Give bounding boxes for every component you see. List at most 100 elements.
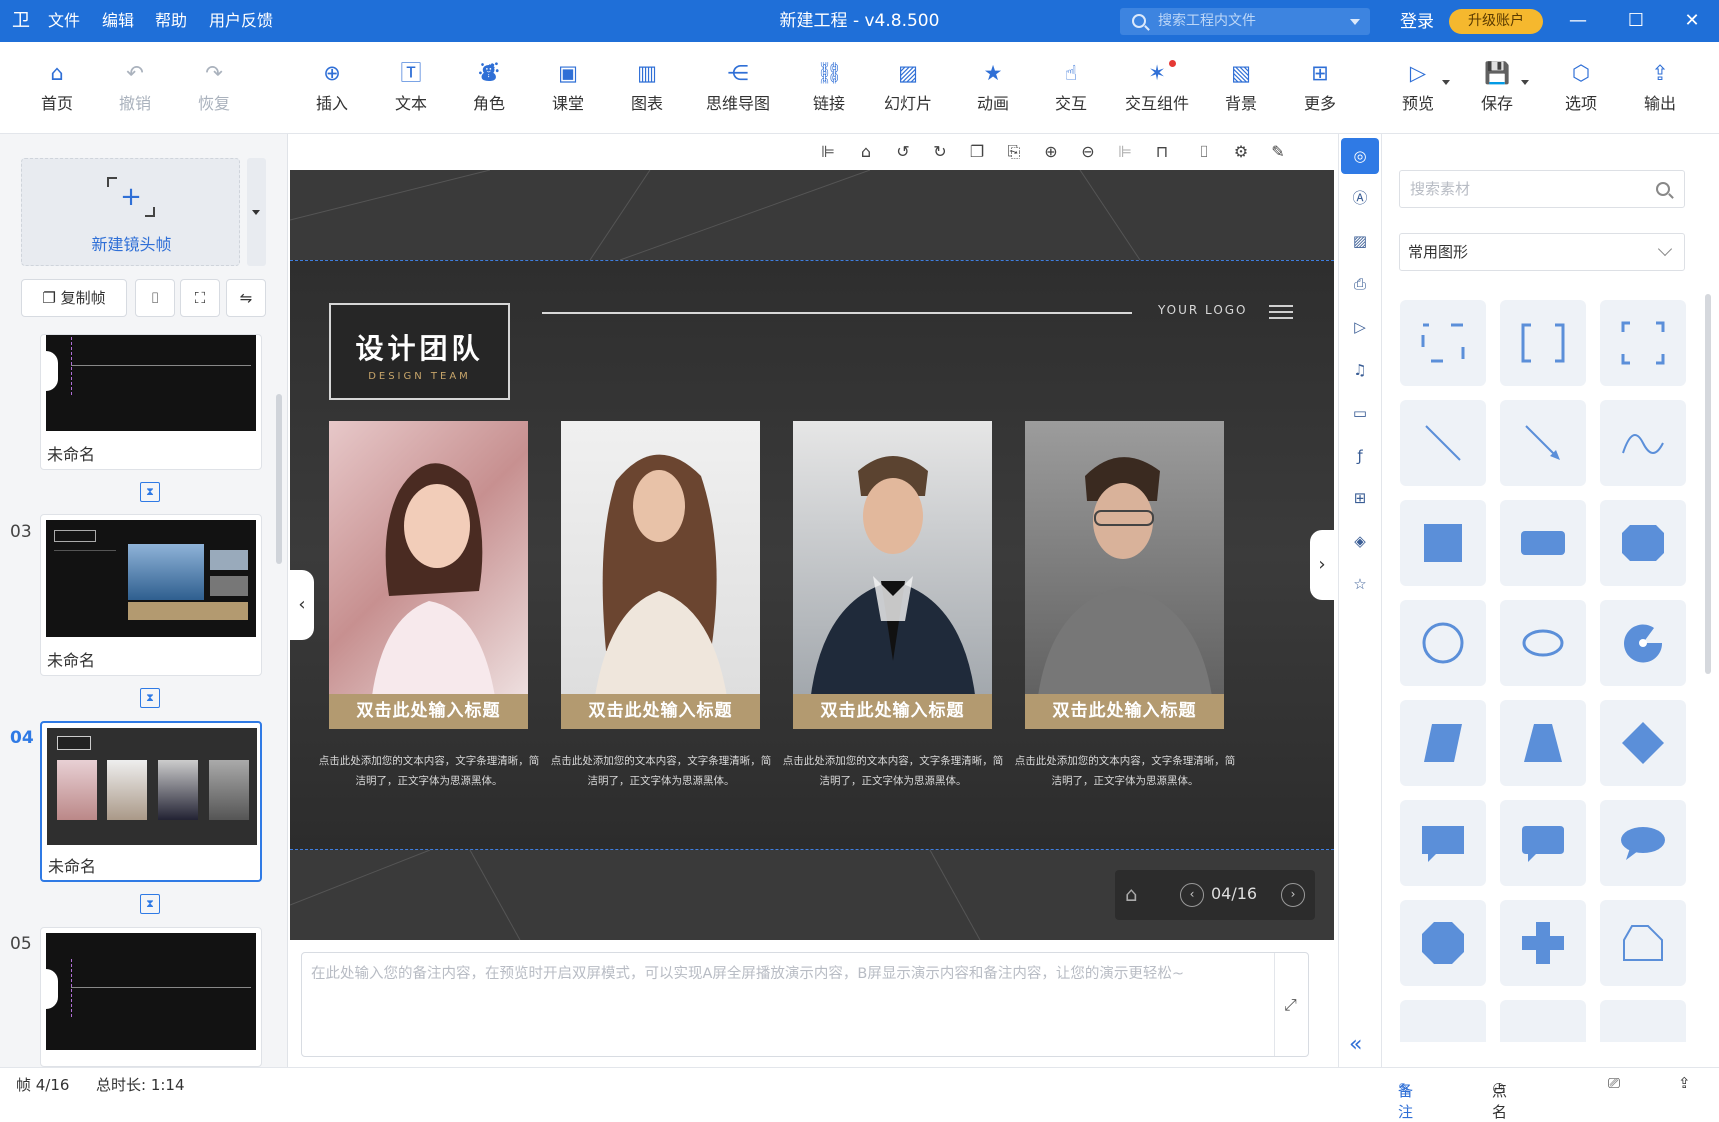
components-tab-icon[interactable]: ⊞ bbox=[1349, 487, 1371, 509]
shape-partial-3[interactable] bbox=[1600, 1000, 1686, 1042]
snapshot-button[interactable]: ⌷ bbox=[135, 279, 175, 317]
frame-settings-icon[interactable]: ⚙ bbox=[1231, 142, 1251, 162]
chart-button[interactable]: ▥ 图表 bbox=[607, 60, 687, 114]
interactive-widget-button[interactable]: ✶ 交互组件 bbox=[1117, 60, 1197, 114]
file-tab-icon[interactable]: ⎙ bbox=[1349, 273, 1371, 295]
shape-octagon-rect[interactable] bbox=[1600, 500, 1686, 586]
close-button[interactable]: ✕ bbox=[1672, 0, 1712, 42]
frame-thumbnail-5[interactable] bbox=[40, 927, 262, 1067]
member-description-4[interactable]: 点击此处添加您的文本内容，文字条理清晰，简洁明了，正文字体为思源黑体。 bbox=[1010, 751, 1240, 791]
slide-logo[interactable]: YOUR LOGO bbox=[1158, 303, 1248, 317]
redo-button[interactable]: ↷ 恢复 bbox=[174, 60, 254, 114]
collapse-panel-icon[interactable]: « bbox=[1349, 1032, 1362, 1057]
rotate-right-icon[interactable]: ↻ bbox=[930, 142, 950, 162]
screen-icon[interactable]: ⎚ bbox=[1608, 1074, 1620, 1092]
shape-parallelogram[interactable] bbox=[1400, 700, 1486, 786]
path-button[interactable]: ⇋ bbox=[226, 279, 266, 317]
lock-icon[interactable]: ⊓ bbox=[1152, 142, 1172, 162]
background-button[interactable]: ▧ 背景 bbox=[1201, 60, 1281, 114]
chevron-down-icon[interactable] bbox=[1521, 80, 1529, 89]
team-photo-2[interactable]: 双击此处输入标题 bbox=[561, 421, 760, 729]
layers-tab-icon[interactable]: ◈ bbox=[1349, 530, 1371, 552]
shape-corner-brackets[interactable] bbox=[1600, 300, 1686, 386]
classroom-button[interactable]: ▣ 课堂 bbox=[528, 60, 608, 114]
search-icon[interactable] bbox=[1656, 182, 1670, 196]
previous-page-button[interactable]: ‹ bbox=[1180, 883, 1204, 907]
shape-callout-rect[interactable] bbox=[1400, 800, 1486, 886]
photo-caption[interactable]: 双击此处输入标题 bbox=[561, 694, 760, 729]
shape-arrow[interactable] bbox=[1500, 400, 1586, 486]
paste-icon[interactable]: ⎘ bbox=[1004, 142, 1024, 162]
share-icon[interactable]: ⇪ bbox=[1678, 1074, 1691, 1092]
export-button[interactable]: ⇪ 输出 bbox=[1620, 60, 1700, 114]
fit-frame-button[interactable]: ⛶ bbox=[180, 279, 220, 317]
slide-title-box[interactable]: 设计团队 DESIGN TEAM bbox=[329, 303, 510, 400]
member-description-2[interactable]: 点击此处添加您的文本内容，文字条理清晰，简洁明了，正文字体为思源黑体。 bbox=[546, 751, 776, 791]
shape-category-select[interactable]: 常用图形 bbox=[1399, 233, 1685, 271]
ruler-icon[interactable]: ⊫ bbox=[818, 142, 838, 162]
team-photo-4[interactable]: 双击此处输入标题 bbox=[1025, 421, 1224, 729]
transition-icon[interactable]: ⧗ bbox=[140, 894, 160, 914]
shape-pie[interactable] bbox=[1600, 600, 1686, 686]
new-frame-dropdown[interactable] bbox=[247, 158, 266, 266]
team-photo-3[interactable]: 双击此处输入标题 bbox=[793, 421, 992, 729]
next-page-button[interactable]: › bbox=[1281, 883, 1305, 907]
home-icon[interactable]: ⌂ bbox=[1125, 882, 1138, 906]
shape-diamond[interactable] bbox=[1600, 700, 1686, 786]
shape-callout-oval[interactable] bbox=[1600, 800, 1686, 886]
frame-thumbnail-4[interactable]: 未命名 bbox=[40, 721, 262, 882]
video-tab-icon[interactable]: ▷ bbox=[1349, 316, 1371, 338]
menu-feedback[interactable]: 用户反馈 bbox=[209, 0, 273, 42]
favorites-tab-icon[interactable]: ☆ bbox=[1349, 573, 1371, 595]
photo-caption[interactable]: 双击此处输入标题 bbox=[793, 694, 992, 729]
shape-octagon[interactable] bbox=[1400, 900, 1486, 986]
home-button[interactable]: ⌂ 首页 bbox=[17, 60, 97, 114]
text-button[interactable]: 🅃 文本 bbox=[371, 60, 451, 114]
minimize-button[interactable]: — bbox=[1558, 0, 1598, 42]
chevron-down-icon[interactable] bbox=[1350, 19, 1360, 30]
shape-partial-2[interactable] bbox=[1500, 1000, 1586, 1042]
mindmap-button[interactable]: ⋲ 思维导图 bbox=[698, 60, 778, 114]
slide[interactable]: 设计团队 DESIGN TEAM YOUR LOGO 双击此处输入标题 双击此处… bbox=[290, 260, 1334, 850]
shape-partial-1[interactable] bbox=[1400, 1000, 1486, 1042]
zoom-out-icon[interactable]: ⊖ bbox=[1078, 142, 1098, 162]
materials-scrollbar[interactable] bbox=[1705, 294, 1711, 674]
shape-dashed-rect[interactable] bbox=[1400, 300, 1486, 386]
photo-caption[interactable]: 双击此处输入标题 bbox=[329, 694, 528, 729]
member-description-1[interactable]: 点击此处添加您的文本内容，文字条理清晰，简洁明了，正文字体为思源黑体。 bbox=[314, 751, 544, 791]
shape-cross[interactable] bbox=[1500, 900, 1586, 986]
member-description-3[interactable]: 点击此处添加您的文本内容，文字条理清晰，简洁明了，正文字体为思源黑体。 bbox=[778, 751, 1008, 791]
transition-icon[interactable]: ⧗ bbox=[140, 482, 160, 502]
expand-icon[interactable]: ⤢ bbox=[1284, 995, 1297, 1015]
save-button[interactable]: 💾 保存 bbox=[1457, 60, 1537, 114]
photo-caption[interactable]: 双击此处输入标题 bbox=[1025, 694, 1224, 729]
more-button[interactable]: ⊞ 更多 bbox=[1280, 60, 1360, 114]
formula-tab-icon[interactable]: ƒ bbox=[1349, 445, 1371, 467]
new-frame-button[interactable]: + 新建镜头帧 bbox=[21, 158, 240, 266]
animation-button[interactable]: ★ 动画 bbox=[953, 60, 1033, 114]
menu-file[interactable]: 文件 bbox=[48, 0, 80, 42]
shape-callout-rounded[interactable] bbox=[1500, 800, 1586, 886]
shape-brackets[interactable] bbox=[1500, 300, 1586, 386]
upgrade-account-button[interactable]: 升级账户 bbox=[1449, 9, 1543, 34]
frame-thumbnail-2[interactable]: 未命名 bbox=[40, 334, 262, 470]
preview-button[interactable]: ▷ 预览 bbox=[1378, 60, 1458, 114]
options-button[interactable]: ⬡ 选项 bbox=[1541, 60, 1621, 114]
music-tab-icon[interactable]: ♫ bbox=[1349, 359, 1371, 381]
maximize-button[interactable]: ☐ bbox=[1616, 0, 1656, 42]
expand-right-panel-button[interactable]: › bbox=[1310, 530, 1334, 600]
menu-edit[interactable]: 编辑 bbox=[102, 0, 134, 42]
home-icon[interactable]: ⌂ bbox=[856, 142, 876, 162]
menu-help[interactable]: 帮助 bbox=[155, 0, 187, 42]
rotate-left-icon[interactable]: ↺ bbox=[893, 142, 913, 162]
shape-curve[interactable] bbox=[1600, 400, 1686, 486]
interaction-button[interactable]: ☝ 交互 bbox=[1031, 60, 1111, 114]
shape-trapezoid[interactable] bbox=[1500, 700, 1586, 786]
shape-folded-card[interactable] bbox=[1600, 900, 1686, 986]
align-icon[interactable]: ⊫ bbox=[1115, 142, 1135, 162]
shape-rounded-rect[interactable] bbox=[1500, 500, 1586, 586]
collapse-left-panel-button[interactable]: ‹ bbox=[290, 570, 314, 640]
slideshow-button[interactable]: ▨ 幻灯片 bbox=[868, 60, 948, 114]
shape-ellipse[interactable] bbox=[1500, 600, 1586, 686]
image-tab-icon[interactable]: ▨ bbox=[1349, 230, 1371, 252]
